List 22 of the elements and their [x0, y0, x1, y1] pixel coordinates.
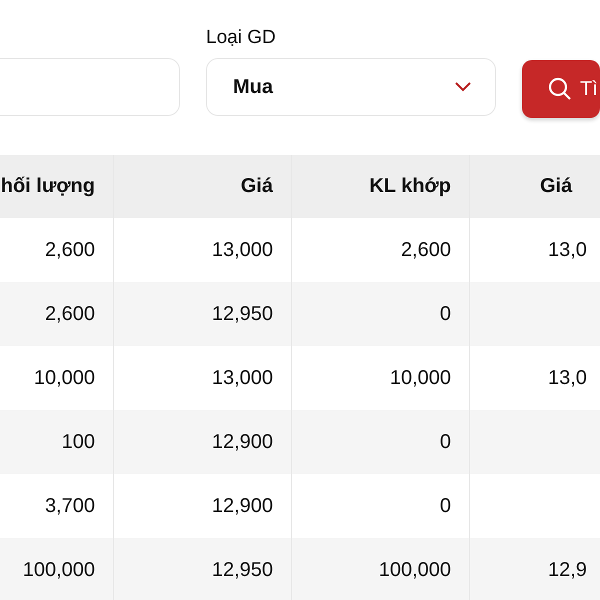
- column-header: Giá: [470, 155, 600, 218]
- table-cell: 100: [0, 410, 114, 474]
- table-cell: 0: [292, 410, 470, 474]
- table-cell-text: 13,0: [547, 238, 588, 262]
- search-button[interactable]: Tì: [522, 60, 600, 118]
- table-cell: 12,9: [470, 538, 600, 600]
- input-field[interactable]: [0, 58, 180, 116]
- chevron-down-icon: [455, 82, 471, 92]
- search-icon: [548, 77, 572, 101]
- column-header: hối lượng: [0, 155, 114, 218]
- table-cell: 0: [292, 282, 470, 346]
- type-label: Loại GD: [206, 26, 277, 50]
- table-cell: 2,600: [0, 282, 114, 346]
- table-cell-text: 13,0: [547, 366, 588, 390]
- column-header: KL khớp: [292, 155, 470, 218]
- table-cell: 100,000: [292, 538, 470, 600]
- table-cell: 12,950: [114, 282, 292, 346]
- type-select[interactable]: Mua: [206, 58, 496, 116]
- column-header: Giá: [114, 155, 292, 218]
- table-cell: 12,950: [114, 538, 292, 600]
- table-cell: 100,000: [0, 538, 114, 600]
- table-cell: 12,900: [114, 410, 292, 474]
